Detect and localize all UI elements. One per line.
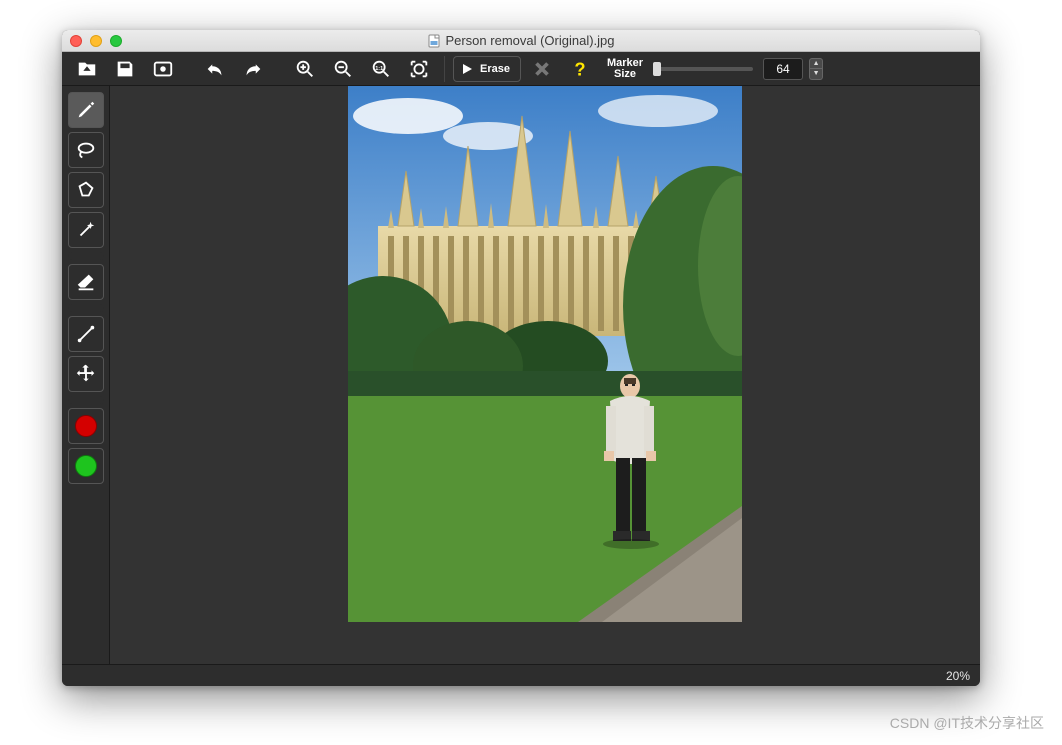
- main-area: [62, 86, 980, 664]
- cancel-button[interactable]: [525, 55, 559, 83]
- lasso-tool[interactable]: [68, 132, 104, 168]
- eraser-tool[interactable]: [68, 264, 104, 300]
- line-tool[interactable]: [68, 316, 104, 352]
- polygon-tool[interactable]: [68, 172, 104, 208]
- maximize-window-button[interactable]: [110, 35, 122, 47]
- cancel-icon: [531, 58, 553, 80]
- color-green-tool[interactable]: [68, 448, 104, 484]
- redo-icon: [242, 58, 264, 80]
- magic-wand-icon: [75, 219, 97, 241]
- save-icon: [114, 58, 136, 80]
- green-color-icon: [75, 455, 97, 477]
- svg-text:1:1: 1:1: [375, 65, 383, 71]
- eraser-icon: [75, 271, 97, 293]
- zoom-actual-button[interactable]: 1:1: [364, 55, 398, 83]
- close-window-button[interactable]: [70, 35, 82, 47]
- zoom-out-button[interactable]: [326, 55, 360, 83]
- marker-size-stepper: ▲ ▼: [809, 58, 823, 80]
- titlebar: Person removal (Original).jpg: [62, 30, 980, 52]
- play-icon: [460, 62, 474, 76]
- watermark: CSDN @IT技术分享社区: [890, 713, 1044, 733]
- compare-icon: [152, 58, 174, 80]
- marker-size-label: Marker Size: [607, 58, 643, 80]
- window-title: Person removal (Original).jpg: [62, 33, 980, 48]
- zoom-in-button[interactable]: [288, 55, 322, 83]
- color-red-tool[interactable]: [68, 408, 104, 444]
- app-window: Person removal (Original).jpg 1:1: [62, 30, 980, 686]
- stepper-down[interactable]: ▼: [809, 69, 823, 80]
- minimize-window-button[interactable]: [90, 35, 102, 47]
- marker-size-value[interactable]: 64: [763, 58, 803, 80]
- top-toolbar: 1:1 Erase ? Marker Size 64 ▲ ▼: [62, 52, 980, 86]
- file-icon: [427, 34, 441, 48]
- help-button[interactable]: ?: [563, 55, 597, 83]
- open-button[interactable]: [70, 55, 104, 83]
- zoom-in-icon: [294, 58, 316, 80]
- help-icon: ?: [569, 58, 591, 80]
- window-title-text: Person removal (Original).jpg: [445, 33, 614, 48]
- marker-icon: [75, 99, 97, 121]
- erase-button[interactable]: Erase: [453, 56, 521, 82]
- undo-icon: [204, 58, 226, 80]
- undo-button[interactable]: [198, 55, 232, 83]
- image-content: [348, 86, 742, 622]
- erase-label: Erase: [480, 63, 510, 75]
- zoom-actual-icon: 1:1: [370, 58, 392, 80]
- zoom-out-icon: [332, 58, 354, 80]
- marker-tool[interactable]: [68, 92, 104, 128]
- move-tool[interactable]: [68, 356, 104, 392]
- open-icon: [76, 58, 98, 80]
- zoom-fit-button[interactable]: [402, 55, 436, 83]
- zoom-fit-icon: [408, 58, 430, 80]
- compare-button[interactable]: [146, 55, 180, 83]
- move-icon: [75, 363, 97, 385]
- redo-button[interactable]: [236, 55, 270, 83]
- separator: [444, 56, 445, 82]
- red-color-icon: [75, 415, 97, 437]
- line-icon: [75, 323, 97, 345]
- window-controls: [70, 35, 122, 47]
- slider-thumb[interactable]: [653, 62, 661, 76]
- zoom-level: 20%: [946, 669, 970, 683]
- polygon-icon: [75, 179, 97, 201]
- magic-wand-tool[interactable]: [68, 212, 104, 248]
- marker-size-slider[interactable]: [653, 62, 753, 76]
- save-button[interactable]: [108, 55, 142, 83]
- canvas[interactable]: [110, 86, 980, 664]
- lasso-icon: [75, 139, 97, 161]
- tool-sidebar: [62, 86, 110, 664]
- svg-text:?: ?: [574, 58, 585, 79]
- stepper-up[interactable]: ▲: [809, 58, 823, 69]
- statusbar: 20%: [62, 664, 980, 686]
